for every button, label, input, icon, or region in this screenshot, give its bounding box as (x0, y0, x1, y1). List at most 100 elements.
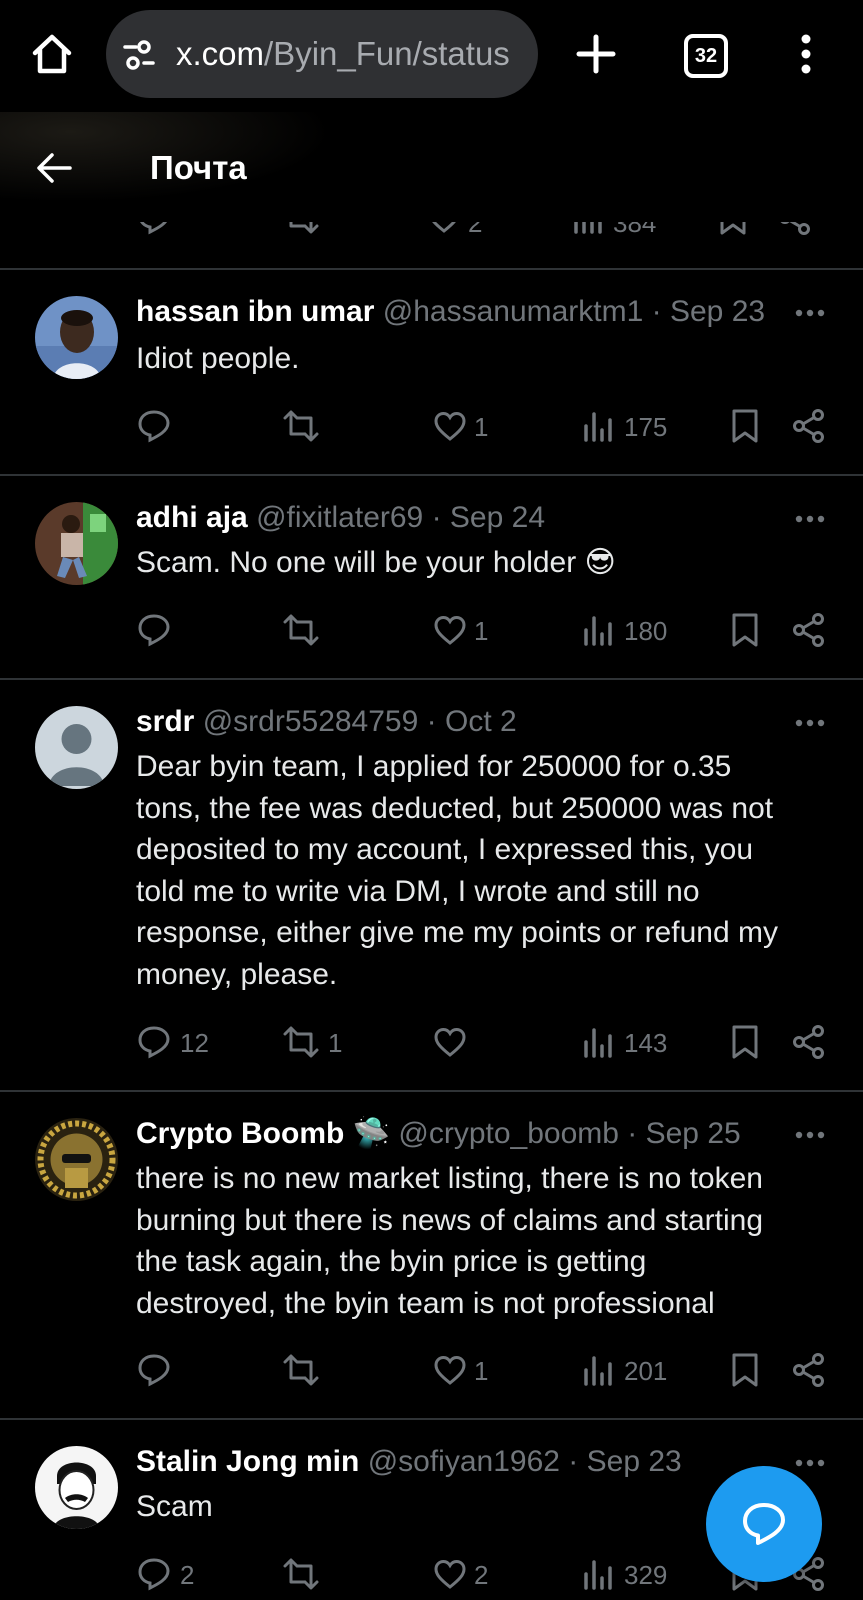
author-handle[interactable]: @sofiyan1962 (368, 1445, 560, 1478)
views-icon[interactable] (583, 1026, 613, 1058)
view-count: 180 (624, 616, 668, 646)
heart-icon[interactable] (433, 614, 467, 646)
reply-icon[interactable] (136, 1556, 172, 1592)
share-icon[interactable] (777, 222, 813, 236)
compose-reply-button[interactable] (706, 1466, 822, 1582)
author-name[interactable]: adhi aja (136, 501, 248, 534)
back-arrow-icon[interactable] (36, 152, 72, 184)
author-emoji: 🛸 (352, 1117, 391, 1150)
tab-switcher-icon[interactable]: 32 (684, 34, 728, 78)
tweet-text-line: there is no new market listing, there is… (136, 1162, 763, 1195)
reply-icon[interactable] (136, 408, 172, 444)
date-separator: · (643, 295, 670, 328)
author-handle[interactable]: @fixitlater69 (256, 501, 423, 534)
author-handle[interactable]: @srdr55284759 (203, 705, 419, 738)
author-name[interactable]: hassan ibn umar (136, 295, 374, 328)
partial-tweet-actions: 2 384 (0, 222, 863, 244)
share-icon[interactable] (791, 612, 827, 648)
tweet-date[interactable]: Sep 23 (670, 295, 765, 328)
author-handle[interactable]: @hassanumarktm1 (383, 295, 644, 328)
divider (0, 474, 863, 476)
url-host: x.com (176, 35, 265, 72)
tweet-date[interactable]: Sep 24 (450, 501, 545, 534)
author-handle[interactable]: @crypto_boomb (398, 1117, 619, 1150)
tweet-text-line: tons, the fee was deducted, but 250000 w… (136, 791, 774, 825)
repost-icon[interactable] (281, 1556, 321, 1592)
kebab-menu-icon[interactable] (800, 34, 812, 74)
like-count: 1 (474, 616, 489, 646)
tweet-text-line: money, please. (136, 957, 338, 991)
author-name[interactable]: Stalin Jong min (136, 1445, 359, 1478)
repost-icon[interactable] (281, 1352, 321, 1388)
views-icon[interactable] (583, 410, 613, 442)
reply-icon[interactable] (136, 222, 172, 236)
avatar[interactable] (35, 706, 118, 789)
heart-icon[interactable] (433, 1354, 467, 1386)
like-count: 1 (474, 1356, 489, 1386)
tweet-date[interactable]: Sep 25 (646, 1117, 741, 1150)
reply-icon[interactable] (136, 1352, 172, 1388)
like-count: 2 (468, 222, 483, 238)
views-icon[interactable] (573, 222, 603, 234)
share-icon[interactable] (791, 1024, 827, 1060)
more-options-icon[interactable] (795, 514, 825, 524)
view-count: 175 (624, 412, 668, 442)
avatar[interactable] (35, 1118, 118, 1201)
tweet-header: Crypto Boomb 🛸 @crypto_boomb · Sep 25 (136, 1114, 741, 1154)
tweet-date[interactable]: Oct 2 (445, 705, 517, 738)
tweet-header: Stalin Jong min @sofiyan1962 · Sep 23 (136, 1442, 682, 1482)
tweet-text-line: the task again, the byin price is gettin… (136, 1245, 647, 1278)
bookmark-icon[interactable] (730, 408, 760, 444)
page-title: Почта (150, 149, 247, 186)
home-icon[interactable] (30, 32, 74, 76)
bookmark-icon[interactable] (730, 1024, 760, 1060)
date-separator: · (618, 1117, 646, 1150)
divider (0, 678, 863, 680)
heart-icon[interactable] (433, 1558, 467, 1590)
avatar[interactable] (35, 1446, 118, 1529)
tweet-text-line: deposited to my account, I expressed thi… (136, 833, 754, 866)
tweet-text-line: Dear byin team, I applied for 250000 for… (136, 750, 732, 783)
bookmark-icon[interactable] (730, 1352, 760, 1388)
repost-icon[interactable] (281, 612, 321, 648)
site-settings-icon[interactable] (122, 38, 158, 72)
share-icon[interactable] (791, 1352, 827, 1388)
more-options-icon[interactable] (795, 1458, 825, 1468)
author-name[interactable]: srdr (136, 705, 194, 738)
date-separator: · (423, 501, 450, 534)
divider (0, 1418, 863, 1420)
tweet-text-line: response, either give me my points or re… (136, 916, 778, 949)
view-count: 329 (624, 1560, 668, 1590)
like-count: 1 (474, 412, 489, 442)
share-icon[interactable] (791, 408, 827, 444)
view-count: 384 (613, 222, 657, 238)
reply-icon[interactable] (136, 612, 172, 648)
avatar[interactable] (35, 296, 118, 379)
repost-icon[interactable] (281, 408, 321, 444)
url-path: /Byin_Fun/status (264, 35, 510, 72)
tweet-text-line: Idiot people. (136, 342, 300, 375)
tweet-text: Dear byin team, I applied for 250000 for… (136, 746, 836, 995)
heart-icon[interactable] (433, 410, 467, 442)
reply-icon[interactable] (136, 1024, 172, 1060)
tweet-text-line: told me to write via DM, I wrote and sti… (136, 874, 700, 908)
heart-icon[interactable] (433, 1026, 467, 1058)
bookmark-icon[interactable] (718, 222, 748, 236)
bookmark-icon[interactable] (730, 612, 760, 648)
avatar[interactable] (35, 502, 118, 585)
more-options-icon[interactable] (795, 1130, 825, 1140)
url-text[interactable]: x.com/Byin_Fun/status (176, 30, 526, 78)
author-name[interactable]: Crypto Boomb (136, 1117, 344, 1150)
view-count: 143 (624, 1028, 668, 1058)
views-icon[interactable] (583, 1558, 613, 1590)
more-options-icon[interactable] (795, 308, 825, 318)
divider (0, 1090, 863, 1092)
plus-icon[interactable] (576, 34, 616, 74)
repost-icon[interactable] (281, 1024, 321, 1060)
heart-icon[interactable] (427, 222, 461, 234)
views-icon[interactable] (583, 614, 613, 646)
tweet-date[interactable]: Sep 23 (587, 1445, 682, 1478)
repost-icon[interactable] (281, 222, 321, 236)
more-options-icon[interactable] (795, 718, 825, 728)
views-icon[interactable] (583, 1354, 613, 1386)
